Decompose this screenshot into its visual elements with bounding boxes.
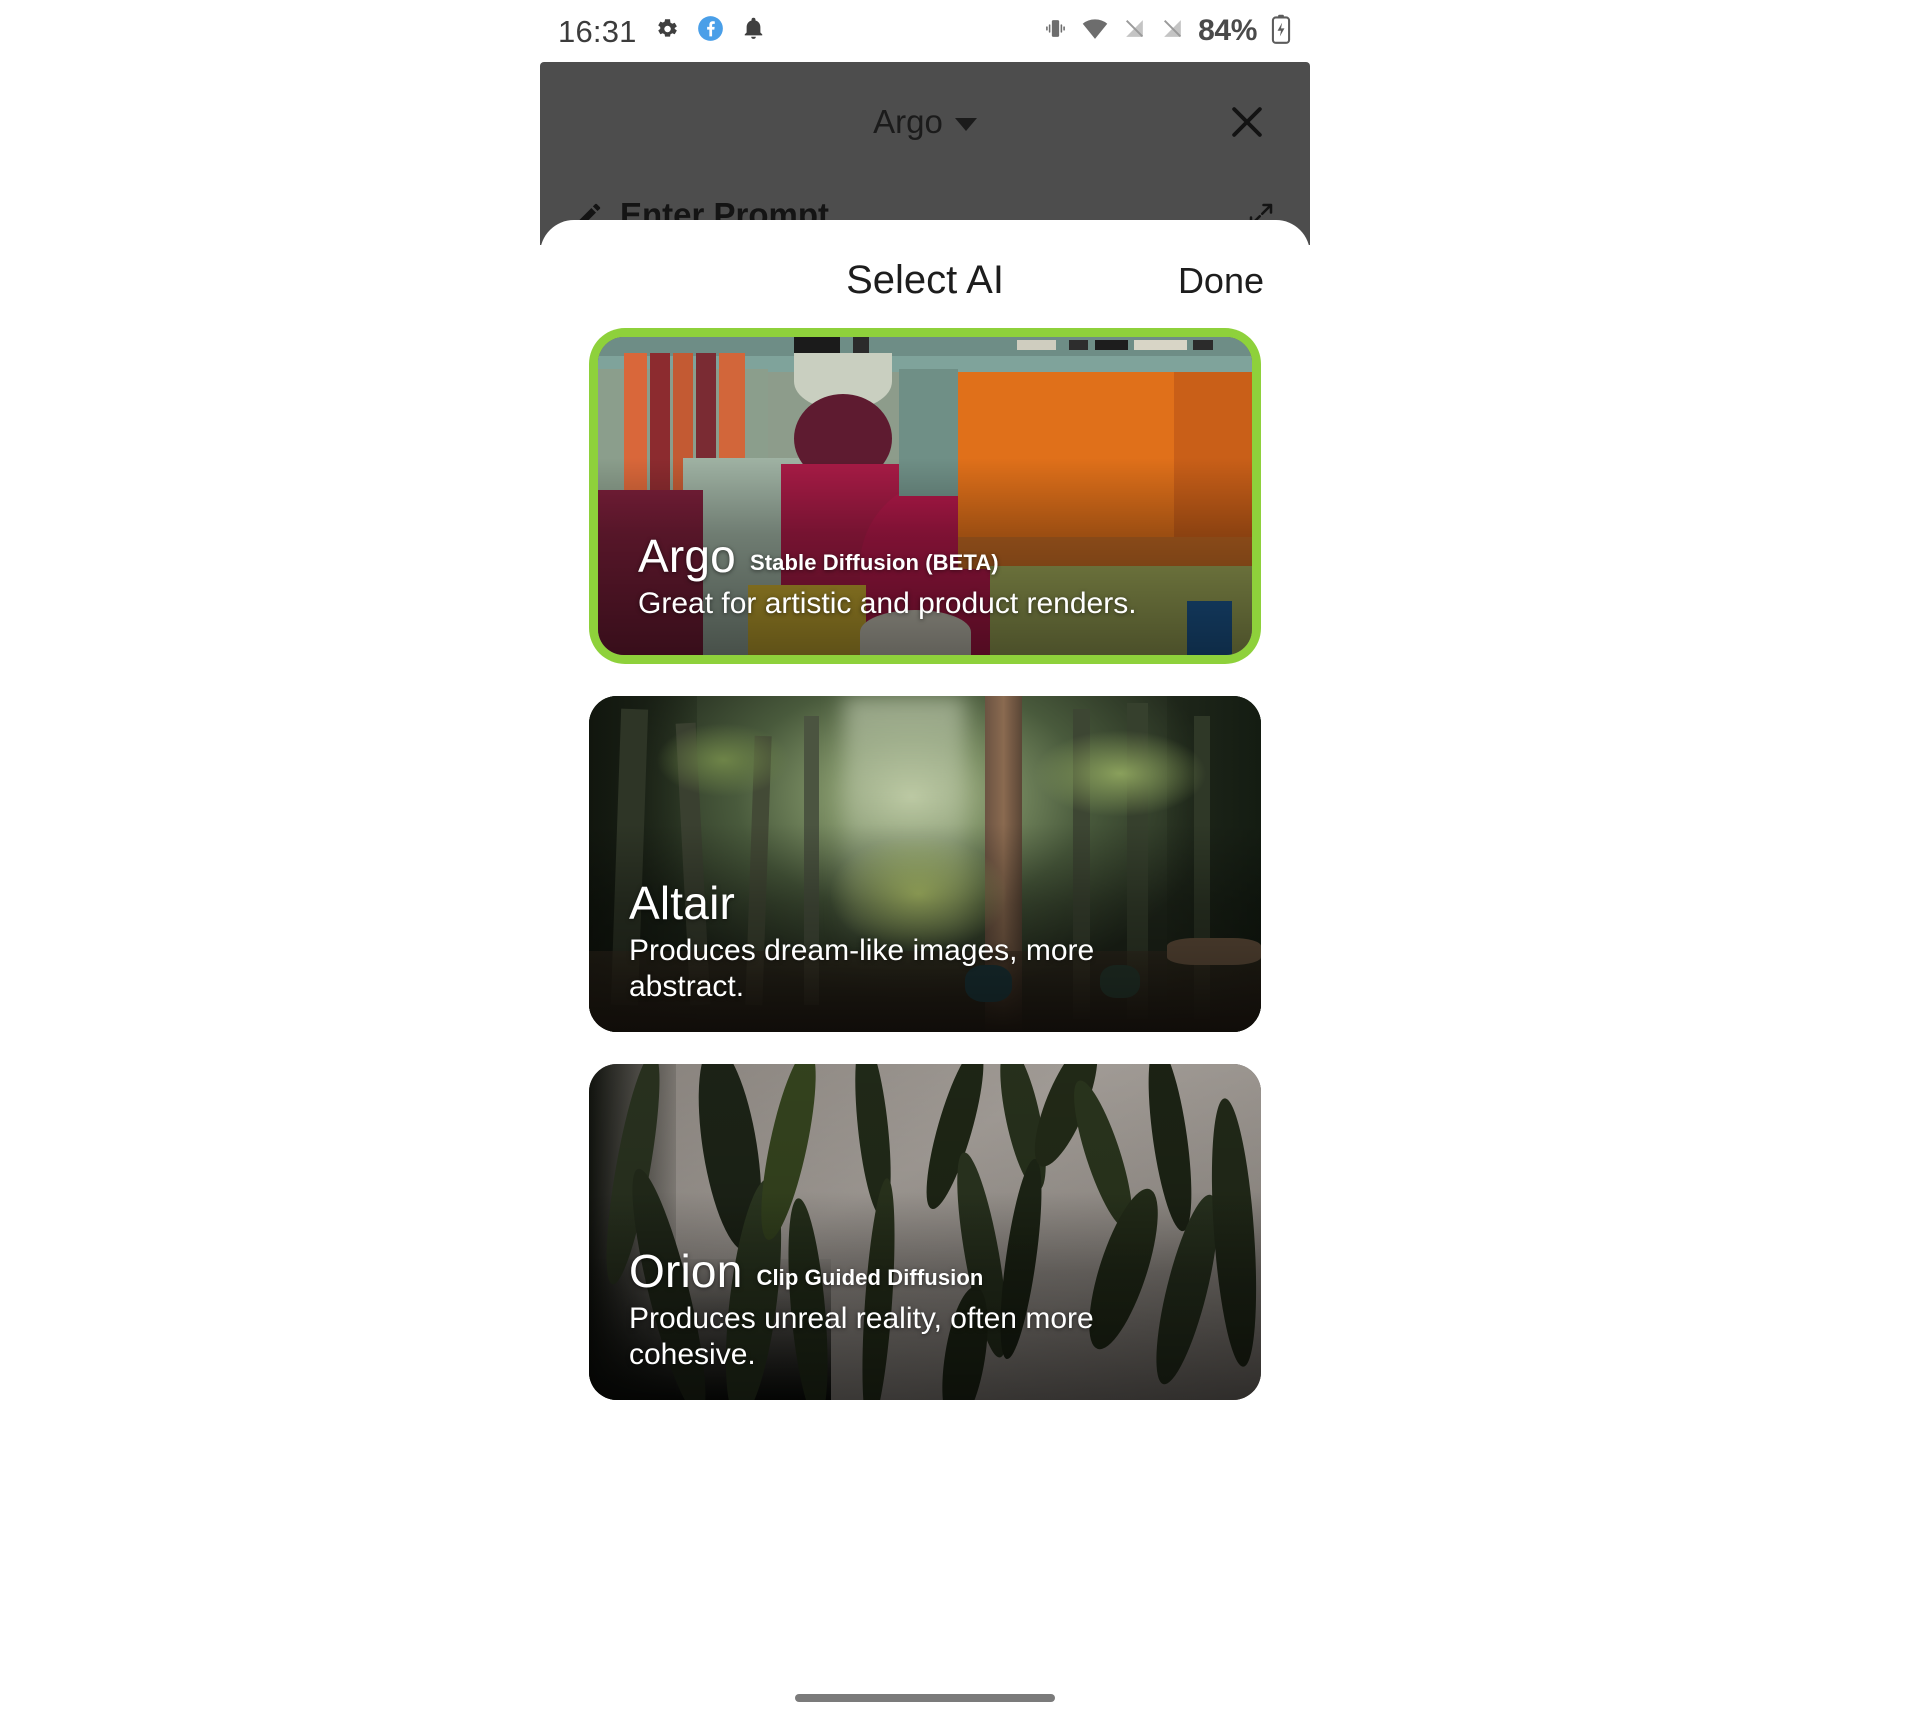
status-bar-left: 16:31 bbox=[558, 15, 766, 47]
app-bar: Argo bbox=[540, 62, 1310, 182]
app-behind-scrim: Argo Enter Prompt bbox=[540, 62, 1310, 245]
chevron-down-icon bbox=[954, 117, 977, 131]
select-ai-sheet: Select AI Done Argo Stable Diffusion (BE… bbox=[540, 220, 1310, 1729]
orion-description: Produces unreal reality, often more cohe… bbox=[629, 1301, 1094, 1372]
facebook-icon bbox=[697, 15, 724, 47]
status-bar: 16:31 84% bbox=[540, 0, 1310, 62]
status-time: 16:31 bbox=[558, 13, 637, 49]
argo-title-row: Argo Stable Diffusion (BETA) bbox=[638, 530, 1218, 583]
argo-description: Great for artistic and product renders. bbox=[638, 587, 1137, 621]
altair-title: Altair bbox=[629, 876, 736, 929]
close-icon bbox=[1232, 107, 1262, 137]
model-card-argo[interactable]: Argo Stable Diffusion (BETA) Great for a… bbox=[589, 328, 1261, 664]
sheet-header: Select AI Done bbox=[540, 220, 1310, 320]
altair-title-row: Altair bbox=[629, 876, 1227, 929]
battery-icon bbox=[1270, 14, 1292, 49]
bell-icon bbox=[741, 16, 766, 46]
orion-subtitle: Clip Guided Diffusion bbox=[756, 1264, 984, 1290]
orion-title-row: Orion Clip Guided Diffusion bbox=[629, 1244, 1227, 1297]
vibrate-icon bbox=[1043, 16, 1068, 46]
signal-off-2-icon bbox=[1160, 16, 1185, 46]
model-card-orion-inner: Orion Clip Guided Diffusion Produces unr… bbox=[589, 1064, 1261, 1400]
model-card-orion[interactable]: Orion Clip Guided Diffusion Produces unr… bbox=[589, 1064, 1261, 1400]
screen-root: 16:31 84% Argo Enter Prompt Select AI Do… bbox=[0, 0, 1920, 1729]
altair-card-text: Altair Produces dream-like images, more … bbox=[629, 876, 1227, 1006]
phone-viewport: 16:31 84% Argo Enter Prompt Select AI Do… bbox=[540, 0, 1310, 1729]
app-bar-title: Argo bbox=[873, 103, 943, 140]
done-button[interactable]: Done bbox=[1178, 260, 1264, 302]
orion-title: Orion bbox=[629, 1244, 743, 1297]
argo-title: Argo bbox=[638, 530, 736, 583]
model-card-argo-inner: Argo Stable Diffusion (BETA) Great for a… bbox=[598, 337, 1252, 655]
status-bar-right: 84% bbox=[1043, 14, 1292, 49]
argo-card-text: Argo Stable Diffusion (BETA) Great for a… bbox=[638, 532, 1218, 623]
wifi-icon bbox=[1081, 15, 1109, 48]
model-dropdown-button[interactable]: Argo bbox=[873, 103, 977, 141]
signal-off-icon bbox=[1122, 16, 1147, 46]
model-card-altair[interactable]: Altair Produces dream-like images, more … bbox=[589, 696, 1261, 1032]
close-button[interactable] bbox=[1220, 95, 1274, 149]
model-card-list: Argo Stable Diffusion (BETA) Great for a… bbox=[540, 328, 1310, 1432]
home-indicator[interactable] bbox=[795, 1694, 1055, 1702]
battery-percent-label: 84% bbox=[1198, 14, 1257, 47]
orion-card-text: Orion Clip Guided Diffusion Produces unr… bbox=[629, 1244, 1227, 1374]
gear-icon bbox=[654, 16, 680, 47]
argo-subtitle: Stable Diffusion (BETA) bbox=[749, 550, 999, 576]
altair-description: Produces dream-like images, more abstrac… bbox=[629, 933, 1095, 1004]
sheet-title: Select AI bbox=[846, 258, 1004, 302]
model-card-altair-inner: Altair Produces dream-like images, more … bbox=[589, 696, 1261, 1032]
